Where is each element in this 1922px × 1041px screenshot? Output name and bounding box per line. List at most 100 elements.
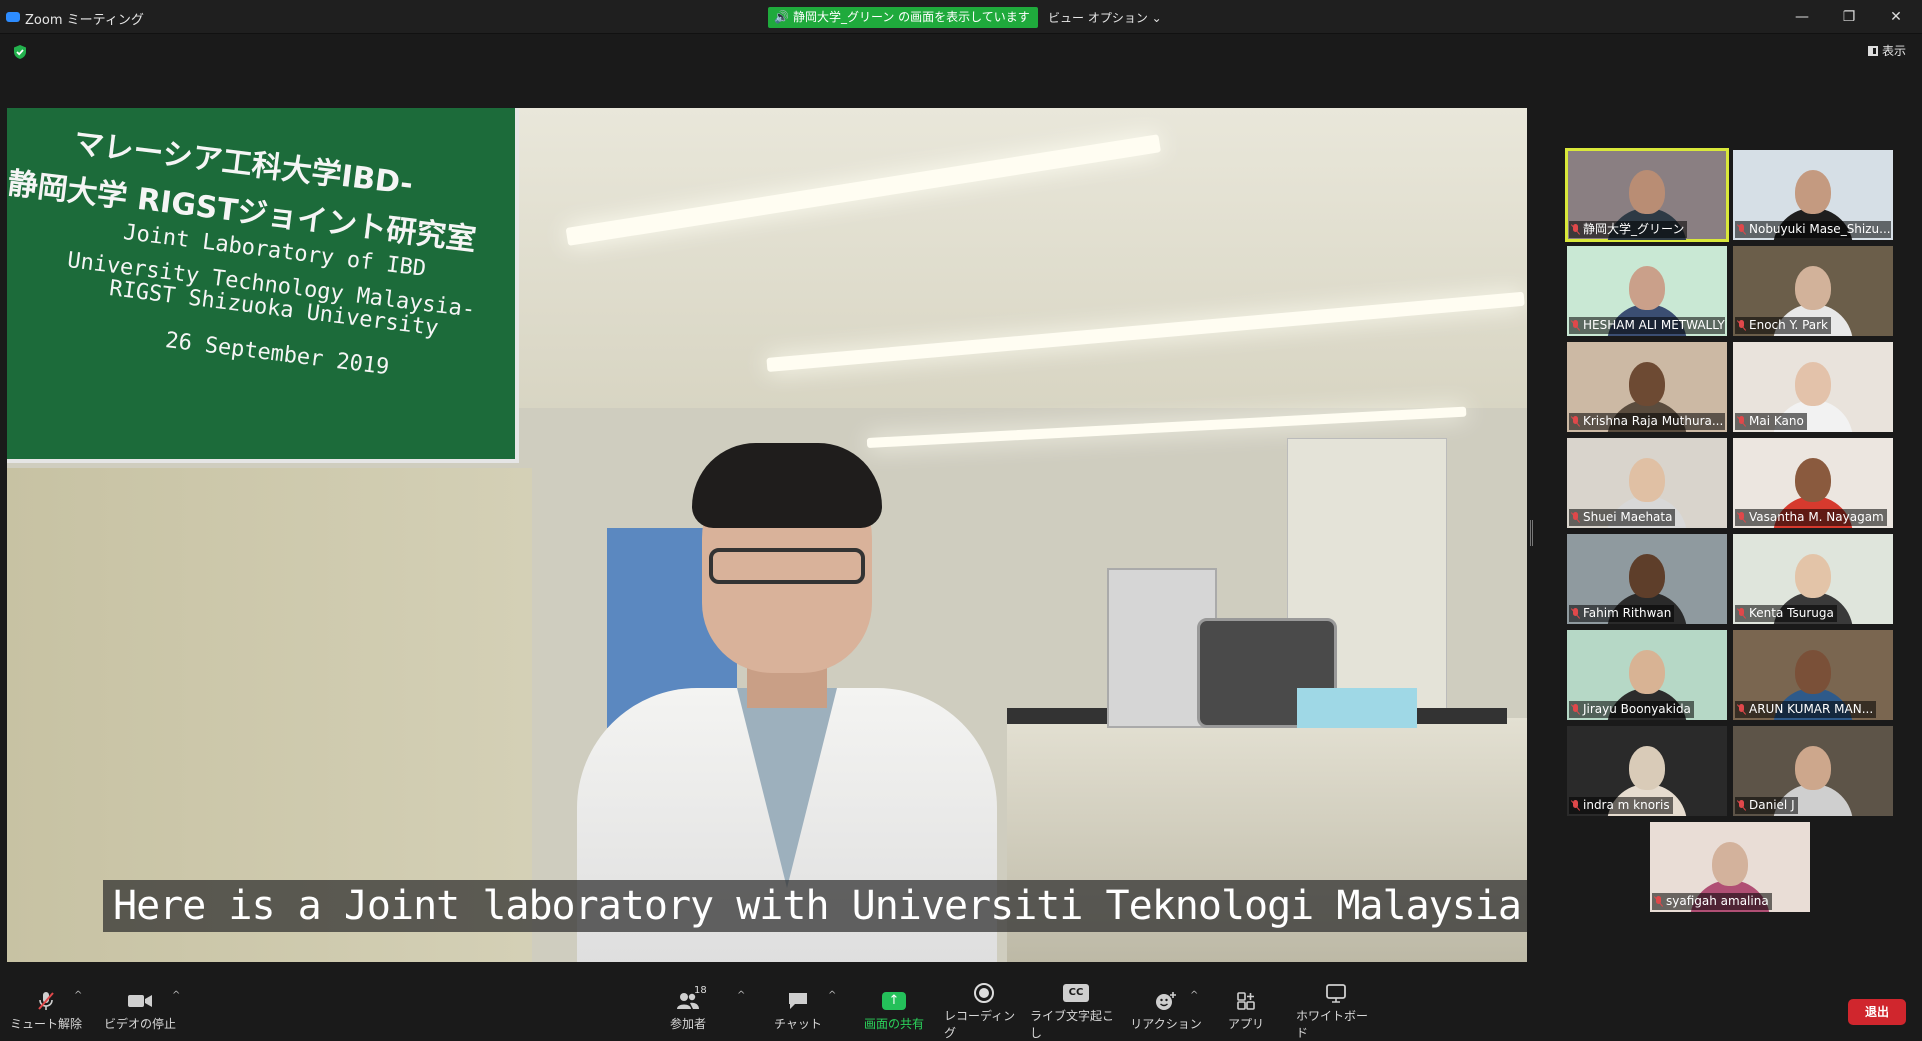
whiteboard-button[interactable]: ホワイトボード: [1296, 982, 1376, 1041]
participant-name: HESHAM ALI METWALLY ...: [1583, 318, 1725, 332]
participant-name: Daniel J: [1749, 798, 1795, 812]
participant-name: indra m knoris: [1583, 798, 1670, 812]
participant-name: Kenta Tsuruga: [1749, 606, 1834, 620]
participant-tile[interactable]: Vasantha M. Nayagam: [1733, 438, 1893, 528]
participant-face: [1795, 746, 1831, 790]
title-bar: Zoom ミーティング 🔊 静岡大学_グリーン の画面を表示しています ビュー …: [0, 0, 1922, 34]
mic-muted-icon: [1737, 512, 1746, 523]
participant-name-label: Daniel J: [1735, 797, 1798, 814]
participant-face: [1629, 746, 1665, 790]
apps-button[interactable]: アプリ: [1222, 982, 1270, 1041]
whiteboard-label: ホワイトボード: [1296, 1008, 1369, 1040]
participant-name: 静岡大学_グリーン: [1583, 222, 1685, 236]
restore-button[interactable]: ❐: [1831, 6, 1867, 28]
participant-name: ARUN KUMAR MAN...: [1749, 702, 1874, 716]
participant-name-label: Shuei Maehata: [1569, 509, 1676, 526]
glasses: [709, 548, 865, 584]
participant-name-label: Fahim Rithwan: [1569, 605, 1675, 622]
share-screen-button[interactable]: ↑ 画面の共有: [856, 982, 932, 1041]
participant-name: Jirayu Boonyakida: [1583, 702, 1691, 716]
participant-name-label: indra m knoris: [1569, 797, 1673, 814]
participant-tile[interactable]: Jirayu Boonyakida: [1567, 630, 1727, 720]
layout-icon: [1867, 45, 1878, 56]
mic-muted-icon: [1654, 896, 1663, 907]
participant-name-label: Mai Kano: [1735, 413, 1807, 430]
participant-face: [1629, 170, 1665, 214]
leave-meeting-button[interactable]: 退出: [1848, 999, 1906, 1025]
mute-button[interactable]: ミュート解除: [10, 982, 82, 1041]
mic-muted-icon: [1571, 416, 1580, 427]
live-transcript-button[interactable]: CC ライブ文字起こし: [1030, 982, 1122, 1041]
participant-name-label: Enoch Y. Park: [1735, 317, 1832, 334]
mic-muted-icon: [1737, 704, 1746, 715]
participant-tile[interactable]: Mai Kano: [1733, 342, 1893, 432]
panel-splitter-handle[interactable]: [1530, 520, 1533, 546]
participant-tile[interactable]: indra m knoris: [1567, 726, 1727, 816]
participant-name: Vasantha M. Nayagam: [1749, 510, 1884, 524]
participant-tile[interactable]: Enoch Y. Park: [1733, 246, 1893, 336]
view-toggle-button[interactable]: 表示: [1867, 42, 1906, 59]
participant-name-label: Krishna Raja Muthura...: [1569, 413, 1725, 430]
participant-face: [1795, 458, 1831, 502]
participant-tile[interactable]: 静岡大学_グリーン: [1565, 148, 1729, 242]
reactions-options-caret-icon[interactable]: ^: [1190, 990, 1198, 1001]
minimize-button[interactable]: —: [1784, 6, 1820, 28]
mic-muted-icon: [1737, 608, 1746, 619]
stop-video-button[interactable]: ビデオの停止: [100, 982, 180, 1041]
record-icon: [974, 982, 994, 1003]
laboratory-sign: マレーシア工科大学IBD- 静岡大学 RIGSTジョイント研究室 Joint L…: [7, 108, 519, 463]
participant-face: [1795, 266, 1831, 310]
view-options-menu[interactable]: ビュー オプション ⌄: [1048, 9, 1162, 26]
participant-tile[interactable]: Daniel J: [1733, 726, 1893, 816]
share-arrow-icon: ↑: [882, 992, 906, 1010]
participant-name: Nobuyuki Mase_Shizu...: [1749, 222, 1891, 236]
participant-tile[interactable]: ARUN KUMAR MAN...: [1733, 630, 1893, 720]
mic-muted-icon: [1571, 608, 1580, 619]
participant-face: [1795, 554, 1831, 598]
video-options-caret-icon[interactable]: ^: [172, 990, 180, 1001]
share-screen-label: 画面の共有: [863, 1017, 924, 1031]
participant-face: [1629, 458, 1665, 502]
participant-face: [1795, 362, 1831, 406]
screen-share-notice[interactable]: 🔊 静岡大学_グリーン の画面を表示しています: [768, 7, 1038, 28]
participant-tile[interactable]: Nobuyuki Mase_Shizu...: [1733, 150, 1893, 240]
video-subtitle: Here is a Joint laboratory with Universi…: [103, 880, 1527, 932]
participants-label: 参加者: [669, 1017, 706, 1031]
participant-name-label: syafigah amalina: [1652, 893, 1772, 910]
participant-tile[interactable]: Krishna Raja Muthura...: [1567, 342, 1727, 432]
record-label: レコーディング: [944, 1008, 1016, 1040]
chat-button[interactable]: チャット: [770, 982, 826, 1041]
meeting-toolbar: ミュート解除 ^ ビデオの停止 ^ 18 参加者 ^ チャット ^ ↑ 画面の共…: [0, 982, 1922, 1041]
participant-name-label: 静岡大学_グリーン: [1569, 221, 1688, 238]
security-shield-icon[interactable]: [12, 44, 28, 60]
mic-muted-icon: [1737, 416, 1746, 427]
mic-muted-icon: [1737, 224, 1746, 235]
participants-options-caret-icon[interactable]: ^: [737, 990, 745, 1001]
mute-options-caret-icon[interactable]: ^: [74, 990, 82, 1001]
participant-tile[interactable]: Fahim Rithwan: [1567, 534, 1727, 624]
reactions-label: リアクション: [1130, 1017, 1202, 1031]
whiteboard-icon: [1325, 983, 1347, 1003]
participant-name-label: Vasantha M. Nayagam: [1735, 509, 1887, 526]
participant-name: Shuei Maehata: [1583, 510, 1673, 524]
chat-bubble-icon: [787, 991, 809, 1011]
close-button[interactable]: ✕: [1878, 6, 1914, 28]
chat-options-caret-icon[interactable]: ^: [828, 990, 836, 1001]
participant-name: Krishna Raja Muthura...: [1583, 414, 1724, 428]
mic-muted-icon: [1571, 224, 1580, 235]
participant-tile[interactable]: Kenta Tsuruga: [1733, 534, 1893, 624]
participant-tile[interactable]: HESHAM ALI METWALLY ...: [1567, 246, 1727, 336]
record-button[interactable]: レコーディング: [944, 982, 1024, 1041]
share-icon-wrap: ↑: [882, 991, 906, 1011]
participant-name-label: Nobuyuki Mase_Shizu...: [1735, 221, 1891, 238]
hair: [692, 443, 882, 528]
zoom-logo-icon: [6, 12, 20, 22]
participant-count: 18: [694, 985, 707, 996]
apps-icon: [1236, 991, 1256, 1011]
participant-tile[interactable]: Shuei Maehata: [1567, 438, 1727, 528]
participant-name-label: Kenta Tsuruga: [1735, 605, 1837, 622]
participant-face: [1629, 650, 1665, 694]
participant-tile[interactable]: syafigah amalina: [1650, 822, 1810, 912]
mic-muted-icon: [1737, 320, 1746, 331]
participants-button[interactable]: 18 参加者: [660, 982, 716, 1041]
